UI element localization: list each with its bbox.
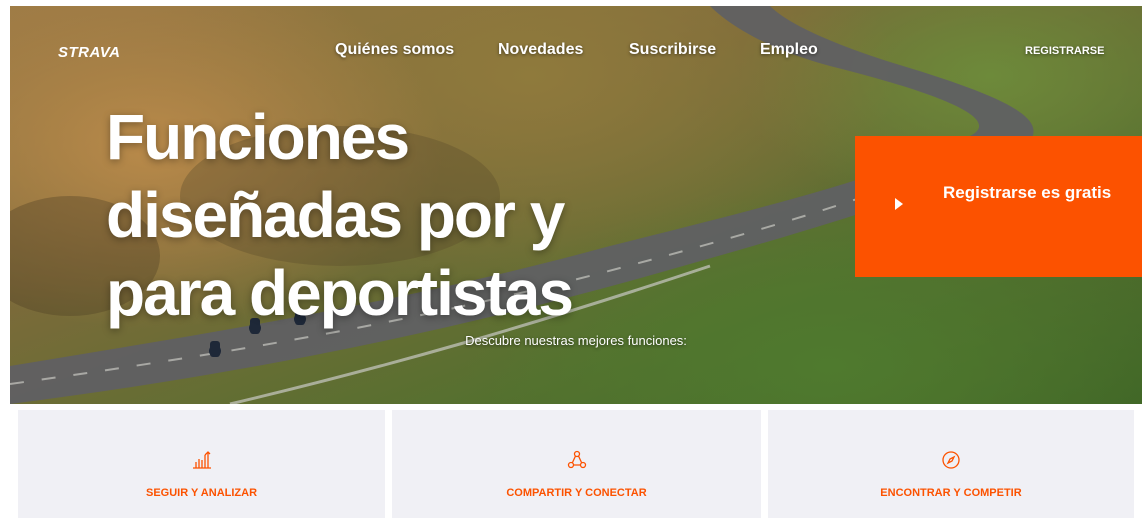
play-arrow-icon: [895, 198, 903, 210]
nav-link-subscribe[interactable]: Suscribirse: [629, 41, 716, 59]
strava-logo[interactable]: STRAVA: [58, 44, 120, 61]
feature-card-find-compete[interactable]: ENCONTRAR Y COMPETIR: [768, 410, 1134, 518]
feature-card-track-analyze[interactable]: SEGUIR Y ANALIZAR: [18, 410, 385, 518]
hero-subline: Descubre nuestras mejores funciones:: [465, 333, 687, 348]
feature-label-find-compete: ENCONTRAR Y COMPETIR: [880, 487, 1022, 499]
register-link[interactable]: REGISTRARSE: [1025, 45, 1104, 57]
feature-label-track-analyze: SEGUIR Y ANALIZAR: [145, 487, 258, 499]
nav-link-careers[interactable]: Empleo: [760, 41, 818, 59]
hero-headline-line-3: para deportistas: [106, 257, 574, 329]
hero-banner: STRAVA Quiénes somos Novedades Suscribir…: [10, 6, 1142, 404]
signup-free-button[interactable]: Registrarse es gratis: [855, 136, 1142, 277]
feature-card-share-connect[interactable]: COMPARTIR Y CONECTAR: [392, 410, 761, 518]
feature-label-share-connect: COMPARTIR Y CONECTAR: [506, 487, 647, 499]
signup-free-label: Registrarse es gratis: [943, 183, 1112, 202]
nav-link-about[interactable]: Quiénes somos: [335, 41, 454, 59]
hero-headline: Funciones diseñadas por y para deportist…: [106, 98, 646, 332]
bar-chart-icon: [192, 451, 211, 469]
nav-link-news[interactable]: Novedades: [498, 41, 583, 59]
hero-headline-line-1: Funciones: [106, 101, 410, 173]
share-connect-icon: [567, 450, 586, 469]
compass-icon: [942, 451, 960, 469]
hero-headline-line-2: diseñadas por y: [106, 179, 565, 251]
